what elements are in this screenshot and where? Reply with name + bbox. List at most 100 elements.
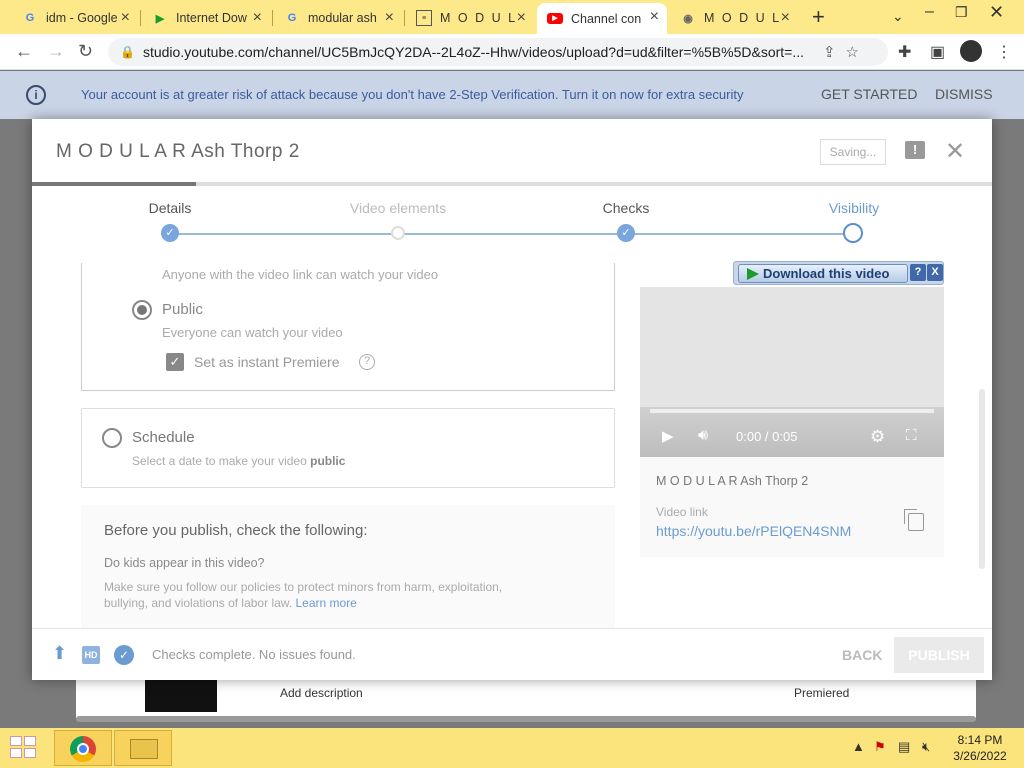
learn-more-link[interactable]: Learn more (295, 596, 356, 610)
settings-gear-icon[interactable]: ⚙ (870, 427, 885, 447)
volume-icon[interactable]: 🔊︎ (698, 427, 708, 445)
video-link-label: Video link (656, 505, 708, 519)
hd-icon[interactable]: HD (82, 646, 100, 664)
get-started-button[interactable]: GET STARTED (821, 86, 917, 102)
step-dot-current (843, 223, 863, 243)
idm-help-icon[interactable]: ? (910, 264, 926, 281)
extensions-icon[interactable]: ✚ (898, 42, 911, 62)
back-arrow-icon[interactable]: ← (15, 41, 33, 62)
bookmark-star-icon[interactable]: ☆ (846, 43, 859, 61)
close-tab-icon[interactable]: × (517, 9, 526, 27)
share-icon[interactable]: ⇪ (823, 43, 836, 61)
banner-message: Your account is at greater risk of attac… (81, 87, 744, 102)
network-icon[interactable]: ▤ (898, 739, 910, 755)
video-title: M O D U L A R Ash Thorp 2 (656, 474, 809, 488)
back-button[interactable]: BACK (842, 647, 882, 663)
premiere-checkbox[interactable]: ✓ (166, 353, 184, 371)
idm-icon: ▶ (155, 12, 165, 25)
taskbar-clock[interactable]: 8:14 PM 3/26/2022 (952, 732, 1008, 764)
checks-status: Checks complete. No issues found. (152, 647, 356, 662)
google-icon: G (287, 12, 297, 24)
tab-modular-ash[interactable]: G modular ash × (274, 4, 402, 32)
tab-separator (140, 10, 141, 26)
schedule-radio[interactable] (102, 428, 122, 448)
tab-title: Internet Dow (176, 11, 247, 25)
menu-kebab-icon[interactable]: ⋮ (996, 42, 1012, 62)
taskbar: ▲ ⚑ ▤ 🔇︎ 8:14 PM 3/26/2022 (0, 728, 1024, 768)
saving-status: Saving... (820, 139, 886, 165)
step-dot-empty (391, 226, 405, 240)
restore-icon[interactable]: ❐ (955, 4, 968, 21)
video-preview-player[interactable]: ▶ 🔊︎ 0:00 / 0:05 ⚙ ⛶ (640, 287, 944, 457)
tray-chevron-icon[interactable]: ▲ (852, 739, 865, 754)
close-tab-icon[interactable]: × (781, 9, 790, 27)
check-icon: ✓ (161, 224, 179, 242)
close-tab-icon[interactable]: × (385, 9, 394, 27)
lock-icon[interactable]: 🔒 (120, 45, 135, 59)
step-visibility[interactable]: Visibility (784, 200, 924, 216)
check-icon: ✓ (617, 224, 635, 242)
close-tab-icon[interactable]: × (121, 9, 130, 27)
security-banner: i Your account is at greater risk of att… (0, 71, 1024, 119)
upload-icon[interactable]: ⬆ (52, 643, 70, 663)
close-tab-icon[interactable]: × (253, 9, 262, 27)
tab-idm-google[interactable]: G idm - Google × (12, 4, 138, 32)
video-link[interactable]: https://youtu.be/rPElQEN4SNM (656, 523, 851, 539)
tab-channel-content[interactable]: ▶ Channel con × (537, 3, 667, 34)
close-tab-icon[interactable]: × (650, 8, 659, 26)
schedule-desc-bold: public (310, 454, 346, 468)
tab-separator (272, 10, 273, 26)
step-checks[interactable]: Checks (556, 200, 696, 216)
dialog-footer: ⬆ HD ✓ Checks complete. No issues found.… (32, 628, 992, 680)
close-dialog-icon[interactable]: ✕ (945, 137, 965, 166)
dialog-scrollbar[interactable] (979, 389, 985, 569)
profile-avatar[interactable] (960, 40, 982, 62)
radio-selected-dot (137, 305, 147, 315)
stepper: Details Video elements Checks Visibility… (32, 186, 992, 264)
forward-arrow-icon[interactable]: → (47, 41, 65, 62)
clock-time: 8:14 PM (957, 733, 1003, 747)
idm-close-icon[interactable]: X (927, 264, 943, 281)
step-details[interactable]: Details (100, 200, 240, 216)
tab-modular-page[interactable]: ≡ M O D U L A × (406, 4, 534, 32)
close-window-icon[interactable]: ✕ (989, 2, 1004, 23)
fullscreen-icon[interactable]: ⛶ (906, 427, 917, 444)
tab-modular-globe[interactable]: ◉ M O D U L A × (670, 4, 798, 32)
tab-title: idm - Google (46, 11, 118, 25)
schedule-label: Schedule (132, 429, 195, 446)
public-label: Public (162, 301, 203, 318)
tab-search-icon[interactable]: ⌄ (892, 8, 904, 25)
background-premiered: Premiered (794, 686, 850, 700)
step-video-elements[interactable]: Video elements (328, 200, 468, 216)
reload-icon[interactable]: ↻ (78, 41, 93, 62)
taskbar-chrome[interactable] (54, 730, 112, 766)
copy-icon[interactable] (904, 509, 924, 531)
background-add-description: Add description (280, 686, 363, 700)
taskbar-file-explorer[interactable] (114, 730, 172, 766)
upload-dialog: M O D U L A R Ash Thorp 2 Saving... ! ✕ … (32, 119, 992, 680)
checks-ok-icon[interactable]: ✓ (114, 645, 134, 665)
dismiss-button[interactable]: DISMISS (935, 86, 993, 102)
help-icon[interactable]: ? (359, 354, 375, 370)
minimize-icon[interactable]: – (925, 3, 934, 21)
public-radio[interactable] (132, 300, 152, 320)
seek-bar[interactable] (650, 409, 934, 413)
before-publish-heading: Before you publish, check the following: (104, 522, 368, 539)
windows-start-icon[interactable] (10, 736, 38, 760)
volume-muted-icon[interactable]: 🔇︎ (922, 739, 930, 755)
play-icon[interactable]: ▶ (662, 427, 674, 445)
download-video-label: Download this video (763, 266, 890, 281)
new-tab-button[interactable]: + (812, 4, 825, 30)
info-icon: i (26, 85, 46, 105)
publish-button[interactable]: PUBLISH (894, 637, 984, 673)
flag-icon[interactable]: ⚑ (874, 739, 886, 755)
background-scrollbar (76, 716, 976, 722)
feedback-icon[interactable]: ! (905, 141, 925, 159)
dialog-title: M O D U L A R Ash Thorp 2 (56, 141, 300, 162)
tab-internet-download[interactable]: ▶ Internet Dow × (142, 4, 270, 32)
side-panel-icon[interactable]: ▣ (930, 42, 945, 62)
kids-note: Make sure you follow our policies to pro… (104, 579, 544, 611)
download-video-button[interactable]: Download this video (738, 264, 908, 283)
schedule-box: Schedule Select a date to make your vide… (81, 408, 615, 488)
url-bar[interactable]: 🔒 studio.youtube.com/channel/UC5BmJcQY2D… (108, 38, 888, 66)
